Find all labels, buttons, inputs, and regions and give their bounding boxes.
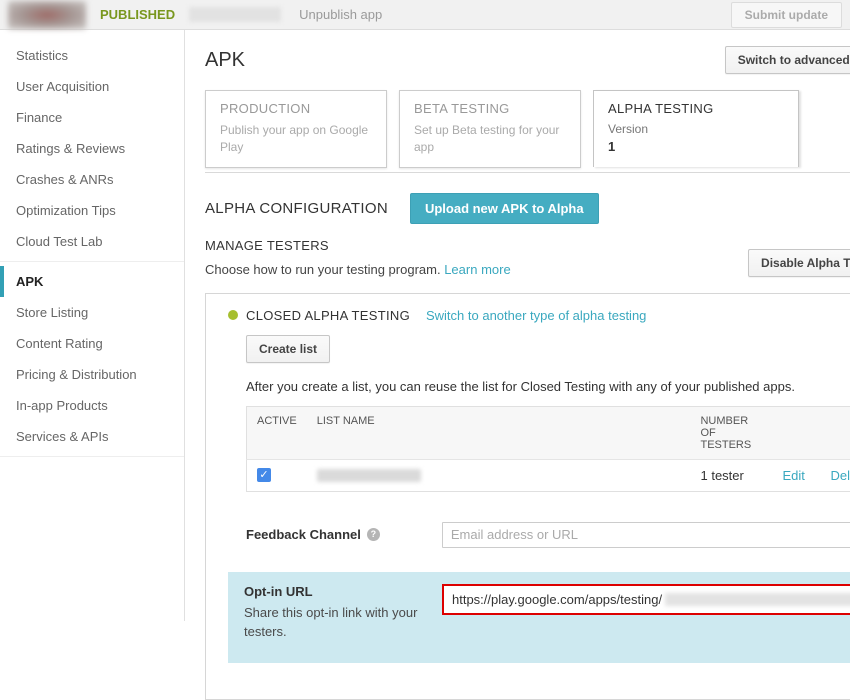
main-header: APK Switch to advanced mode [205,46,850,74]
alpha-configuration-row: ALPHA CONFIGURATION Upload new APK to Al… [205,193,850,224]
opt-in-url-box: Opt-in URL Share this opt-in link with y… [228,572,850,664]
help-icon[interactable]: ? [367,528,380,541]
edit-cell: Edit [772,459,820,491]
opt-in-url-label: Opt-in URL [244,584,422,599]
tab-beta-testing[interactable]: BETA TESTING Set up Beta testing for you… [399,90,581,168]
main-content: APK Switch to advanced mode PRODUCTION P… [185,30,850,621]
testers-count-cell: 1 tester [690,459,772,491]
tab-alpha-testing[interactable]: ALPHA TESTING Version 1 [593,90,799,167]
tab-beta-title: BETA TESTING [414,101,566,116]
page-title: APK [205,49,245,72]
column-header-empty [772,406,820,459]
published-status-badge: PUBLISHED [100,7,175,22]
unpublish-app-link[interactable]: Unpublish app [299,7,382,22]
table-row: ✓ 1 tester Edit Delete [247,459,850,491]
manage-testers-row: MANAGE TESTERS Choose how to run your te… [205,238,850,277]
sidebar-item-cloud-test-lab[interactable]: Cloud Test Lab [0,226,184,257]
feedback-channel-label: Feedback Channel [246,527,361,542]
manage-testers-heading: MANAGE TESTERS [205,238,511,253]
closed-alpha-heading: CLOSED ALPHA TESTING [246,308,410,323]
redacted-app-icon [8,1,86,29]
status-dot-icon [228,310,238,320]
tab-production-description: Publish your app on Google Play [220,122,372,157]
opt-in-url-input[interactable]: https://play.google.com/apps/testing/ [442,584,850,615]
create-list-button[interactable]: Create list [246,335,330,363]
sidebar-item-store-listing[interactable]: Store Listing [0,297,184,328]
active-checkbox[interactable]: ✓ [257,468,271,482]
sidebar-item-pricing-distribution[interactable]: Pricing & Distribution [0,359,184,390]
sidebar-item-apk[interactable]: APK [0,266,184,297]
alpha-configuration-heading: ALPHA CONFIGURATION [205,200,388,217]
redacted-app-name [189,7,281,22]
manage-testers-text: Choose how to run your testing program. … [205,262,511,277]
feedback-channel-row: Feedback Channel ? [246,522,850,548]
testers-table: ACTIVE LIST NAME NUMBER OF TESTERS ✓ [246,406,850,492]
feedback-channel-input[interactable] [442,522,850,548]
sidebar-item-statistics[interactable]: Statistics [0,40,184,71]
tab-production[interactable]: PRODUCTION Publish your app on Google Pl… [205,90,387,168]
disable-alpha-testing-button[interactable]: Disable Alpha Testing [748,249,850,277]
alpha-version-value: 1 [608,139,784,154]
submit-update-button[interactable]: Submit update [731,2,842,28]
apk-tabs: PRODUCTION Publish your app on Google Pl… [205,90,850,173]
closed-alpha-panel: CLOSED ALPHA TESTING Switch to another t… [205,293,850,700]
sidebar-item-content-rating[interactable]: Content Rating [0,328,184,359]
learn-more-link[interactable]: Learn more [444,262,510,277]
opt-in-label-block: Opt-in URL Share this opt-in link with y… [244,584,422,642]
edit-link[interactable]: Edit [782,468,804,483]
redacted-url-suffix [665,593,850,606]
sidebar-item-user-acquisition[interactable]: User Acquisition [0,71,184,102]
tab-alpha-title: ALPHA TESTING [608,101,784,116]
opt-in-url-value: https://play.google.com/apps/testing/ [452,592,662,607]
delete-cell: Delete [820,459,850,491]
column-header-active: ACTIVE [247,406,307,459]
upload-apk-alpha-button[interactable]: Upload new APK to Alpha [410,193,599,224]
top-bar: PUBLISHED Unpublish app Submit update [0,0,850,30]
column-header-empty [820,406,850,459]
closed-alpha-body: Create list After you create a list, you… [246,323,850,548]
tab-beta-description: Set up Beta testing for your app [414,122,566,157]
page-container: Statistics User Acquisition Finance Rati… [0,30,850,621]
sidebar-item-services-apis[interactable]: Services & APIs [0,421,184,452]
sidebar-divider [0,456,184,457]
testers-table-header-row: ACTIVE LIST NAME NUMBER OF TESTERS [247,406,850,459]
manage-testers-block: MANAGE TESTERS Choose how to run your te… [205,238,511,277]
sidebar-item-in-app-products[interactable]: In-app Products [0,390,184,421]
switch-alpha-type-link[interactable]: Switch to another type of alpha testing [426,308,646,323]
create-list-hint: After you create a list, you can reuse t… [246,379,850,394]
sidebar: Statistics User Acquisition Finance Rati… [0,30,185,621]
manage-testers-text-body: Choose how to run your testing program. [205,262,441,277]
sidebar-item-ratings-reviews[interactable]: Ratings & Reviews [0,133,184,164]
sidebar-item-crashes-anrs[interactable]: Crashes & ANRs [0,164,184,195]
closed-alpha-header: CLOSED ALPHA TESTING Switch to another t… [228,308,850,323]
column-header-number-of-testers: NUMBER OF TESTERS [690,406,772,459]
active-cell: ✓ [247,459,307,491]
opt-in-url-description: Share this opt-in link with your testers… [244,604,422,642]
sidebar-item-finance[interactable]: Finance [0,102,184,133]
column-header-list-name: LIST NAME [307,406,691,459]
list-name-cell [307,459,691,491]
sidebar-item-optimization-tips[interactable]: Optimization Tips [0,195,184,226]
switch-advanced-mode-button[interactable]: Switch to advanced mode [725,46,850,74]
delete-link[interactable]: Delete [830,468,850,483]
redacted-list-name [317,469,421,482]
alpha-version-label: Version [608,122,784,136]
tab-production-title: PRODUCTION [220,101,372,116]
sidebar-divider [0,261,184,262]
